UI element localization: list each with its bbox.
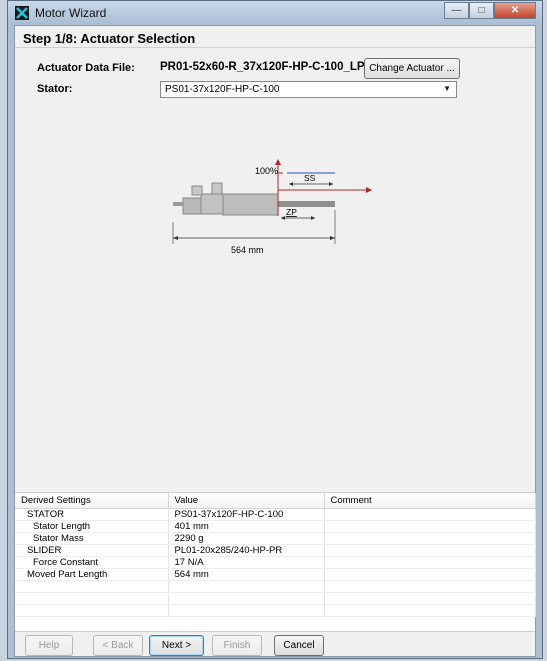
minimize-icon: — (451, 5, 462, 16)
close-button[interactable]: ✕ (494, 2, 536, 19)
next-button[interactable]: Next > (149, 635, 204, 656)
wizard-client-area: Step 1/8: Actuator Selection Actuator Da… (14, 25, 536, 657)
setting-comment (324, 592, 536, 605)
help-button[interactable]: Help (25, 635, 73, 656)
setting-value: 2290 g (168, 532, 325, 545)
table-header-row: Derived Settings Value Comment (15, 493, 536, 509)
back-button[interactable]: < Back (93, 635, 143, 656)
dropdown-arrow-icon: ▼ (443, 84, 451, 93)
setting-value: 401 mm (168, 520, 325, 533)
column-header-comment[interactable]: Comment (324, 493, 536, 509)
data-file-value: PR01-52x60-R_37x120F-HP-C-100_LP.adf (160, 61, 384, 73)
zp-left-arrow-icon (281, 216, 285, 220)
table-row[interactable]: Stator Mass 2290 g (15, 532, 536, 545)
table-row[interactable] (15, 592, 536, 605)
ss-label: SS (304, 173, 316, 183)
setting-name: STATOR (15, 508, 169, 521)
table-row[interactable]: Stator Length 401 mm (15, 520, 536, 533)
stator-label: Stator: (37, 83, 73, 95)
length-left-arrow-icon (173, 236, 178, 240)
setting-value (168, 592, 325, 605)
zp-label: ZP (286, 207, 297, 217)
length-right-arrow-icon (330, 236, 335, 240)
wizard-button-bar: Help < Back Next > Finish Cancel (15, 630, 535, 656)
setting-comment (324, 532, 536, 545)
setting-value: 17 N/A (168, 556, 325, 569)
title-bar[interactable]: Motor Wizard — □ ✕ (8, 1, 542, 25)
zp-right-arrow-icon (311, 216, 315, 220)
setting-name (15, 592, 169, 605)
setting-comment (324, 580, 536, 593)
wizard-window: Motor Wizard — □ ✕ Step 1/8: Actuator Se… (7, 0, 543, 659)
setting-comment (324, 568, 536, 581)
derived-settings-table: Derived Settings Value Comment STATOR PS… (15, 492, 536, 632)
setting-value: PL01-20x285/240-HP-PR (168, 544, 325, 557)
column-header-value[interactable]: Value (168, 493, 325, 509)
table-row[interactable] (15, 604, 536, 617)
axis-right-arrow-icon (366, 187, 372, 193)
minimize-button[interactable]: — (444, 2, 469, 19)
setting-value (168, 580, 325, 593)
setting-value: PS01-37x120F-HP-C-100 (168, 508, 325, 521)
rear-shaft (173, 202, 183, 206)
maximize-icon: □ (478, 5, 485, 16)
setting-name: Stator Mass (15, 532, 169, 545)
setting-comment (324, 508, 536, 521)
table-row[interactable] (15, 580, 536, 593)
setting-comment (324, 556, 536, 569)
axis-up-arrow-icon (275, 159, 281, 165)
setting-comment (324, 544, 536, 557)
table-row[interactable]: Moved Part Length 564 mm (15, 568, 536, 581)
window-title: Motor Wizard (35, 6, 107, 20)
step-title: Step 1/8: Actuator Selection (15, 26, 535, 48)
app-icon (15, 6, 29, 20)
setting-name: Moved Part Length (15, 568, 169, 581)
table-row[interactable]: STATOR PS01-37x120F-HP-C-100 (15, 508, 536, 521)
length-label: 564 mm (231, 245, 264, 255)
finish-button[interactable]: Finish (212, 635, 262, 656)
setting-comment (324, 520, 536, 533)
setting-name (15, 604, 169, 617)
setting-name: Stator Length (15, 520, 169, 533)
setting-value: 564 mm (168, 568, 325, 581)
ss-right-arrow-icon (329, 182, 333, 186)
ss-left-arrow-icon (289, 182, 293, 186)
close-icon: ✕ (510, 5, 520, 16)
setting-name: Force Constant (15, 556, 169, 569)
setting-value (168, 604, 325, 617)
table-row[interactable]: Force Constant 17 N/A (15, 556, 536, 569)
setting-comment (324, 604, 536, 617)
percent-label: 100% (255, 166, 278, 176)
setting-name: SLIDER (15, 544, 169, 557)
column-header-derived-settings[interactable]: Derived Settings (15, 493, 169, 509)
setting-name (15, 580, 169, 593)
motor-body-rear (182, 197, 202, 215)
connector-1 (191, 185, 203, 196)
change-actuator-button[interactable]: Change Actuator ... (364, 58, 460, 79)
window-controls: — □ ✕ (444, 2, 536, 20)
stator-select[interactable]: PS01-37x120F-HP-C-100 ▼ (160, 81, 457, 98)
connector-2 (211, 182, 223, 195)
maximize-button[interactable]: □ (469, 2, 494, 19)
data-file-label: Actuator Data File: (37, 62, 135, 74)
actuator-diagram: 100% SS ZP 564 mm (172, 159, 372, 255)
table-row[interactable]: SLIDER PL01-20x285/240-HP-PR (15, 544, 536, 557)
stator-select-value: PS01-37x120F-HP-C-100 (165, 84, 280, 95)
stator-body (222, 193, 279, 216)
cancel-button[interactable]: Cancel (274, 635, 324, 656)
motor-body-front (200, 193, 224, 215)
